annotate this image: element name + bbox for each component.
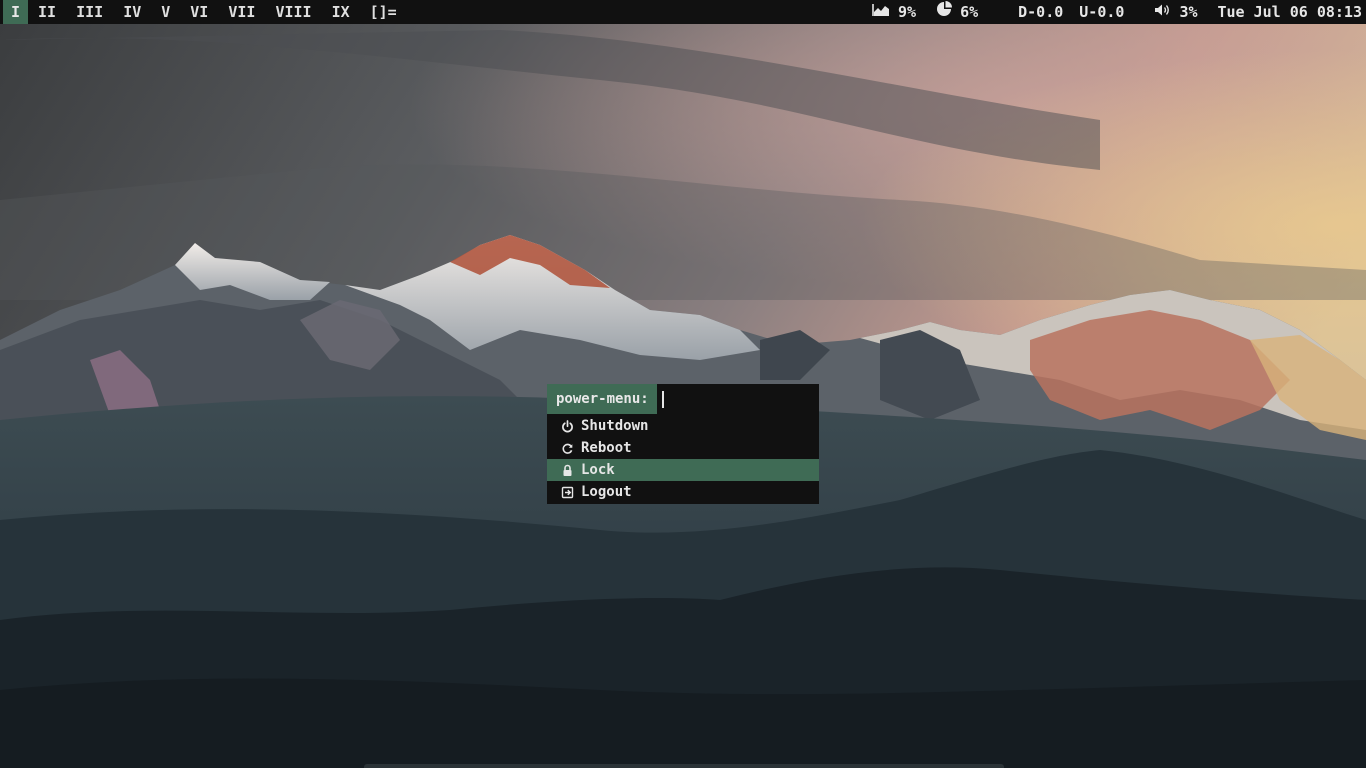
menu-prompt: power-menu: [547, 384, 657, 414]
tag-4[interactable]: IV [113, 0, 151, 24]
bottom-dock-edge [364, 764, 1004, 768]
net-up-status: U-0.0 [1079, 3, 1125, 21]
cpu-value: 9% [898, 3, 917, 21]
menu-item-logout[interactable]: Logout [547, 481, 819, 503]
menu-item-label: Lock [581, 462, 615, 478]
tag-3[interactable]: III [66, 0, 113, 24]
tag-9[interactable]: IX [322, 0, 360, 24]
workspace-tags: I II III IV V VI VII VIII IX []= [3, 0, 407, 24]
power-menu-header: power-menu: [547, 384, 819, 414]
logout-icon [561, 486, 574, 499]
menu-item-label: Reboot [581, 440, 632, 456]
area-chart-icon [872, 0, 890, 24]
menu-item-label: Logout [581, 484, 632, 500]
menu-item-shutdown[interactable]: Shutdown [547, 415, 819, 437]
text-caret [662, 391, 664, 408]
cpu-status: 9% [872, 0, 916, 24]
layout-indicator[interactable]: []= [360, 0, 407, 24]
power-icon [561, 419, 574, 433]
menu-item-reboot[interactable]: Reboot [547, 437, 819, 459]
lock-icon [561, 464, 574, 477]
volume-status[interactable]: 3% [1154, 0, 1198, 24]
memory-status: 6% [936, 0, 978, 24]
status-area: 9% 6% D-0.0 U-0.0 3% Tue Jul 06 08:13 [872, 0, 1362, 24]
menu-item-lock[interactable]: Lock [547, 459, 819, 481]
memory-value: 6% [960, 3, 979, 21]
tag-8[interactable]: VIII [265, 0, 321, 24]
volume-icon [1154, 0, 1171, 24]
pie-chart-icon [936, 0, 953, 24]
power-menu-list: Shutdown Reboot Lock Logout [547, 414, 819, 504]
tag-2[interactable]: II [28, 0, 66, 24]
tag-7[interactable]: VII [218, 0, 265, 24]
top-status-bar: I II III IV V VI VII VIII IX []= 9% 6% D… [0, 0, 1366, 24]
reboot-icon [561, 442, 574, 455]
tag-5[interactable]: V [151, 0, 180, 24]
tag-6[interactable]: VI [180, 0, 218, 24]
clock: Tue Jul 06 08:13 [1217, 3, 1363, 21]
volume-value: 3% [1179, 3, 1198, 21]
menu-search-input[interactable] [657, 384, 819, 414]
tag-1[interactable]: I [3, 0, 29, 24]
power-menu: power-menu: Shutdown Reboot Lock Logout [547, 384, 819, 504]
menu-item-label: Shutdown [581, 418, 649, 434]
net-down-status: D-0.0 [1018, 3, 1064, 21]
